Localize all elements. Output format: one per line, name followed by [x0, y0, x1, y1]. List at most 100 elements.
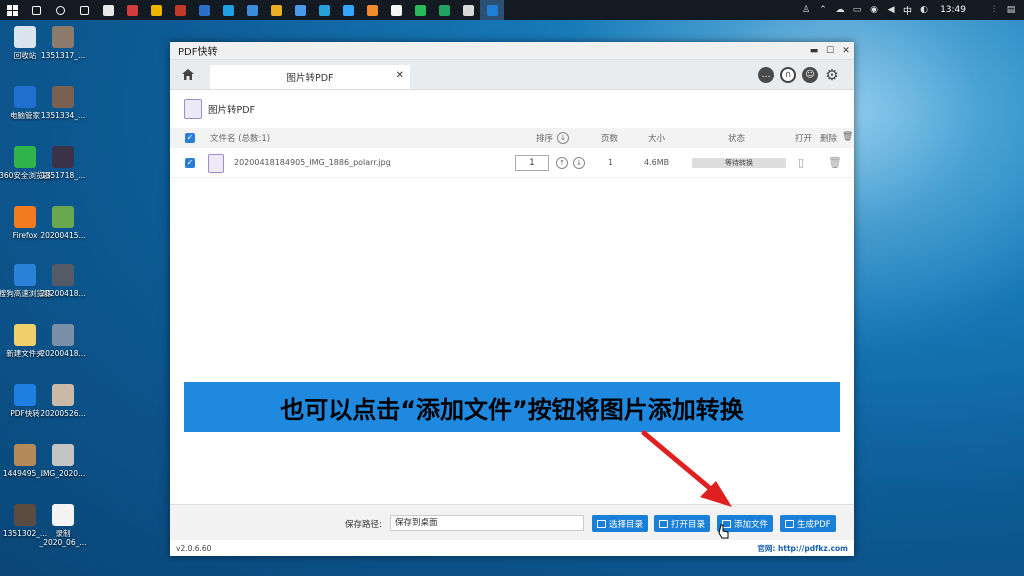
desktop-icon[interactable]: 20200418... — [36, 264, 90, 298]
desktop-icon-image — [14, 206, 36, 228]
open-file-icon[interactable]: ▯ — [798, 156, 804, 169]
app-icon — [102, 4, 114, 16]
home-icon — [182, 68, 194, 80]
app-window: PDF快转 ▬ ☐ ✕ 图片转PDF ✕ … ∩ ☺ ⚙ 图片转PDF ✓ 文件… — [170, 42, 854, 556]
row-pages: 1 — [608, 158, 614, 167]
taskbar-app-icon-3[interactable] — [96, 0, 120, 20]
order-input[interactable]: 1 — [515, 155, 549, 171]
taskbar-extra-icon[interactable]: ⫶ — [989, 5, 999, 15]
taskbar-app-icon-4[interactable] — [120, 0, 144, 20]
notification-icon[interactable]: ▤ — [1006, 5, 1016, 15]
taskbar-app-icon-5[interactable] — [144, 0, 168, 20]
taskbar-task-view-icon-2[interactable] — [72, 0, 96, 20]
close-button[interactable]: ✕ — [838, 46, 854, 56]
app-icon — [342, 4, 354, 16]
taskbar-app-icon-6[interactable] — [168, 0, 192, 20]
delete-all-icon[interactable]: 🗑 — [842, 132, 853, 142]
desktop-icon-image — [52, 324, 74, 346]
home-button[interactable] — [170, 59, 206, 89]
generate-pdf-button[interactable]: 生成PDF — [780, 515, 836, 532]
taskbar-app-icon-12[interactable] — [312, 0, 336, 20]
table-row[interactable]: ✓ 20200418184905_IMG_1886_polarr.jpg 1 ↑… — [170, 148, 854, 178]
maximize-button[interactable]: ☐ — [822, 46, 838, 56]
move-down-icon[interactable]: ↓ — [573, 157, 585, 169]
save-path-input[interactable]: 保存到桌面 — [390, 515, 584, 531]
folder-save-icon — [597, 519, 606, 528]
input-mode-icon[interactable]: ◐ — [919, 5, 929, 15]
app-icon — [414, 4, 426, 16]
desktop-icon-label: 1351334_... — [40, 111, 86, 120]
desktop-icon-image — [14, 444, 36, 466]
select-all-checkbox[interactable]: ✓ — [185, 133, 195, 143]
search-icon — [31, 5, 41, 15]
image-pdf-icon — [184, 99, 202, 119]
tab-image-to-pdf[interactable]: 图片转PDF ✕ — [210, 65, 410, 89]
taskbar-app-icon-16[interactable] — [408, 0, 432, 20]
taskbar-app-icon-18[interactable] — [456, 0, 480, 20]
pdf-icon — [785, 519, 794, 528]
desktop-icon[interactable]: 1351718_... — [36, 146, 90, 180]
red-arrow-icon — [641, 430, 732, 507]
desktop-icon-image — [52, 504, 74, 526]
app-icon — [246, 4, 258, 16]
desktop-icon-image — [14, 86, 36, 108]
taskbar-app-icon-7[interactable] — [192, 0, 216, 20]
desktop-icon-image — [52, 86, 74, 108]
image-file-icon — [208, 154, 224, 173]
row-checkbox[interactable]: ✓ — [185, 157, 195, 168]
volume-icon[interactable]: ◀ — [886, 5, 896, 15]
window-titlebar[interactable]: PDF快转 ▬ ☐ ✕ — [170, 42, 854, 60]
delete-icon[interactable]: 🗑 — [828, 156, 842, 169]
taskbar-app-icon-8[interactable] — [216, 0, 240, 20]
taskbar-search-icon-0[interactable] — [24, 0, 48, 20]
cloud-icon[interactable]: ☁ — [835, 5, 845, 15]
desktop-icon[interactable]: 1351317_... — [36, 26, 90, 60]
app-icon — [126, 4, 138, 16]
system-tray: ♙ ⌃ ☁ ▭ ◉ ◀ 中 ◐ 13:49 ⫶ ▤ — [801, 0, 1024, 20]
start-button[interactable] — [0, 0, 24, 20]
desktop-icon[interactable]: IMG_2020... — [36, 444, 90, 478]
network-icon[interactable]: ◉ — [869, 5, 879, 15]
taskbar-app-icon-9[interactable] — [240, 0, 264, 20]
user-icon[interactable]: ♙ — [801, 5, 811, 15]
app-icon — [174, 4, 186, 16]
desktop-icon[interactable]: 20200526... — [36, 384, 90, 418]
headset-icon[interactable]: ∩ — [780, 67, 796, 83]
app-icon — [270, 4, 282, 16]
minimize-button[interactable]: ▬ — [806, 46, 822, 56]
save-path-label: 保存路径: — [345, 520, 382, 530]
desktop-icon-label: 20200418... — [40, 349, 86, 358]
input-language[interactable]: 中 — [903, 4, 912, 17]
desktop-icon[interactable]: 20200415... — [36, 206, 90, 240]
battery-icon[interactable]: ▭ — [852, 5, 862, 15]
taskbar-app-icon-11[interactable] — [288, 0, 312, 20]
chat-icon[interactable]: … — [758, 67, 774, 83]
desktop-icon-image — [52, 384, 74, 406]
taskbar-app-icon-15[interactable] — [384, 0, 408, 20]
desktop-icon-label: 20200418... — [40, 289, 86, 298]
taskbar-cortana-icon-1[interactable] — [48, 0, 72, 20]
col-status: 状态 — [728, 134, 746, 144]
tab-close-icon[interactable]: ✕ — [396, 70, 404, 81]
desktop-icon-label: 20200415... — [40, 231, 86, 240]
taskbar-app-icon-14[interactable] — [360, 0, 384, 20]
website-link[interactable]: 官网: http://pdfkz.com — [757, 543, 848, 554]
desktop-icon[interactable]: 录制_2020_06_... — [36, 504, 90, 547]
taskbar-app-icon-17[interactable] — [432, 0, 456, 20]
taskbar-app-icon-10[interactable] — [264, 0, 288, 20]
section-title: 图片转PDF — [208, 105, 256, 116]
sort-down-icon[interactable]: ↓ — [557, 132, 569, 144]
move-up-icon[interactable]: ↑ — [556, 157, 568, 169]
desktop-icon-image — [52, 146, 74, 168]
chevron-up-icon[interactable]: ⌃ — [818, 5, 828, 15]
col-order[interactable]: 排序 — [536, 132, 553, 144]
taskbar-app-icon-13[interactable] — [336, 0, 360, 20]
desktop-icon[interactable]: 1351334_... — [36, 86, 90, 120]
clock[interactable]: 13:49 — [940, 5, 966, 15]
desktop-icon[interactable]: 20200418... — [36, 324, 90, 358]
user-account-icon[interactable]: ☺ — [802, 67, 818, 83]
gear-icon[interactable]: ⚙ — [824, 66, 840, 84]
taskbar-app-icon-19[interactable] — [480, 0, 504, 20]
desktop-icon-image — [14, 26, 36, 48]
tab-bar: 图片转PDF ✕ … ∩ ☺ ⚙ — [170, 60, 854, 90]
